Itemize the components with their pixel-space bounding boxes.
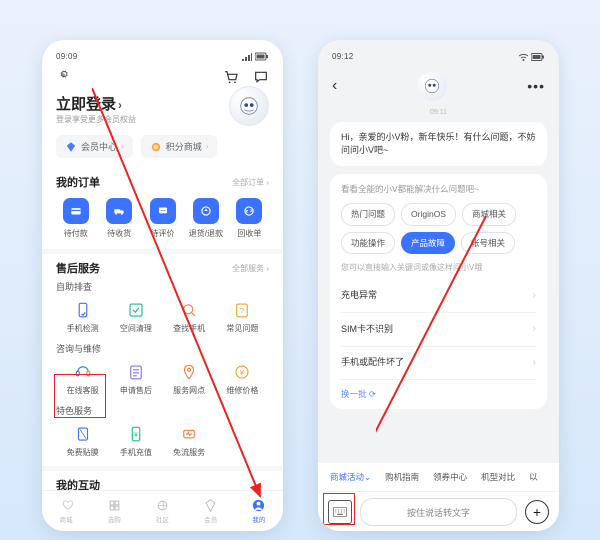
refresh-button[interactable]: 换一批 ⟳ (341, 380, 536, 400)
svc-faq[interactable]: ?常见问题 (216, 297, 269, 338)
svg-text:¥: ¥ (240, 368, 245, 377)
nav-member[interactable]: 会员 (187, 491, 235, 531)
pill-member-label: 会员中心 (81, 140, 117, 153)
order-pay[interactable]: 待付款 (54, 198, 97, 239)
pill-points[interactable]: 积分商城› (141, 135, 218, 158)
message-icon[interactable] (253, 69, 269, 85)
ticker-1[interactable]: 购机指南 (385, 471, 419, 483)
phone-right: 09:12 ‹ ••• 09:11 Hi，亲爱的小V粉，新年快乐！有什么问题，不… (318, 40, 559, 531)
greeting-text: Hi，亲爱的小V粉，新年快乐！有什么问题，不妨问问小V吧~ (341, 132, 536, 155)
service-more[interactable]: 全部服务 › (232, 263, 269, 274)
chip-fault[interactable]: 产品故障 (401, 232, 455, 254)
svc-film[interactable]: 免费贴膜 (56, 421, 109, 462)
orders-header: 我的订单 全部订单 › (42, 168, 283, 194)
chat-header: ‹ ••• (318, 61, 559, 107)
faq-sim[interactable]: SIM卡不识别› (341, 313, 536, 347)
ticker-2[interactable]: 领券中心 (433, 471, 467, 483)
panel-title: 看看全能的小V都能解决什么问题吧~ (341, 183, 536, 195)
highlight-online-service (54, 374, 106, 418)
coin-icon (150, 141, 162, 153)
nav-store[interactable]: 商城 (42, 491, 90, 531)
login-label: 立即登录 (56, 96, 116, 113)
status-time: 09:09 (56, 52, 78, 61)
ticker-3[interactable]: 机型对比 (481, 471, 515, 483)
group1-row: 手机检测 空间清理 查找手机 ?常见问题 (42, 297, 283, 342)
faq-broken[interactable]: 手机或配件坏了› (341, 347, 536, 381)
chip-hot[interactable]: 热门问题 (341, 203, 395, 225)
phone-left: 09:09 立即登录› 登录享受更多会员权益 会员中心› 积分商城› 我的订单 … (42, 40, 283, 531)
svc-find[interactable]: 查找手机 (163, 297, 216, 338)
service-header: 售后服务 全部服务 › (42, 254, 283, 280)
chat-timestamp: 09:11 (318, 107, 559, 122)
chip-account[interactable]: 帐号相关 (461, 232, 515, 254)
status-bar-r: 09:12 (318, 40, 559, 61)
robot-icon-r (423, 77, 441, 95)
avatar[interactable] (229, 86, 269, 126)
group3-row: 免费贴膜 ¥手机充值 免流服务 (42, 421, 283, 466)
signal-icon (242, 52, 252, 61)
nav-community[interactable]: 社区 (138, 491, 186, 531)
nav-mine[interactable]: 我的 (235, 491, 283, 531)
status-time-r: 09:12 (332, 52, 354, 61)
orders-title: 我的订单 (56, 174, 100, 190)
svc-clean[interactable]: 空间清理 (109, 297, 162, 338)
back-button[interactable]: ‹ (332, 77, 337, 95)
status-right (242, 52, 269, 61)
hint-text: 您可以直接输入关键词或像这样问小V哦 (341, 262, 536, 274)
robot-icon (238, 95, 260, 117)
svc-data[interactable]: 免流服务 (163, 421, 216, 462)
orders-row: 待付款 待收货 待评价 退货/退款 回收单 (42, 194, 283, 249)
header (42, 61, 283, 89)
chat-avatar (417, 71, 447, 101)
faq-charge[interactable]: 充电异常› (341, 280, 536, 314)
highlight-keyboard (323, 493, 355, 525)
svc-apply[interactable]: 申请售后 (109, 359, 162, 400)
more-button[interactable]: ••• (527, 78, 545, 94)
battery-icon-r (531, 53, 545, 61)
group1-title: 自助排查 (42, 280, 283, 297)
nav-buy[interactable]: 选购 (90, 491, 138, 531)
group2-title: 咨询与维修 (42, 342, 283, 359)
order-review[interactable]: 待评价 (141, 198, 184, 239)
chip-func[interactable]: 功能操作 (341, 232, 395, 254)
pill-member[interactable]: 会员中心› (56, 135, 133, 158)
plus-button[interactable]: + (525, 500, 549, 524)
order-refund[interactable]: 退货/退款 (184, 198, 227, 239)
cart-icon[interactable] (223, 69, 239, 85)
svc-location[interactable]: 服务网点 (163, 359, 216, 400)
options-bubble: 看看全能的小V都能解决什么问题吧~ 热门问题 OriginOS 商城相关 功能操… (330, 174, 547, 409)
chip-row: 热门问题 OriginOS 商城相关 功能操作 产品故障 帐号相关 (341, 203, 536, 254)
battery-icon (255, 52, 269, 61)
chip-mall[interactable]: 商城相关 (462, 203, 516, 225)
status-right-r (519, 53, 545, 61)
orders-more[interactable]: 全部订单 › (232, 177, 269, 188)
chip-os[interactable]: OriginOS (401, 203, 456, 225)
svg-text:¥: ¥ (134, 431, 138, 438)
wifi-icon (519, 53, 528, 61)
ticker-0[interactable]: 商城活动⌄ (330, 471, 371, 483)
svc-price[interactable]: ¥维修价格 (216, 359, 269, 400)
greeting-bubble: Hi，亲爱的小V粉，新年快乐！有什么问题，不妨问问小V吧~ (330, 122, 547, 166)
ticker[interactable]: 商城活动⌄ 购机指南 领券中心 机型对比 以 (318, 463, 559, 492)
svc-detect[interactable]: 手机检测 (56, 297, 109, 338)
bottom-nav: 商城 选购 社区 会员 我的 (42, 490, 283, 531)
order-ship[interactable]: 待收货 (97, 198, 140, 239)
pills: 会员中心› 积分商城› (42, 125, 283, 168)
order-recycle[interactable]: 回收单 (228, 198, 271, 239)
settings-icon[interactable] (56, 70, 70, 84)
svc-topup[interactable]: ¥手机充值 (109, 421, 162, 462)
voice-input[interactable]: 按住说话转文字 (360, 498, 517, 526)
diamond-icon (65, 141, 77, 153)
ticker-4[interactable]: 以 (529, 471, 538, 483)
svg-text:?: ? (240, 306, 244, 315)
service-title: 售后服务 (56, 260, 100, 276)
pill-points-label: 积分商城 (166, 140, 202, 153)
status-bar: 09:09 (42, 40, 283, 61)
